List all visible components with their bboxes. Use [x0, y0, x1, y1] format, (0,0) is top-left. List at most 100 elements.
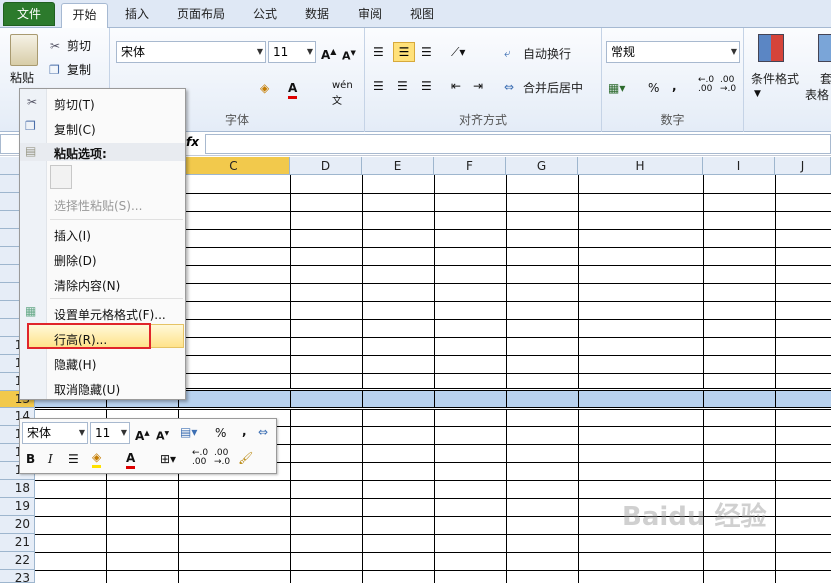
border-icon[interactable]: ⊞▾ [160, 451, 176, 467]
menu-item-delete[interactable]: 删除(D) [54, 252, 97, 269]
font-name-value: 宋体 [121, 45, 146, 59]
align-center-icon[interactable]: ☰ [397, 78, 408, 94]
cell-style-icon[interactable]: ▤▾ [180, 424, 197, 440]
col-header-c[interactable]: C [178, 157, 290, 175]
menu-item-cut[interactable]: 剪切(T) [54, 96, 95, 113]
row-header[interactable]: 18 [0, 480, 35, 498]
format-as-table-icon[interactable] [818, 34, 831, 62]
tab-home[interactable]: 开始 [61, 3, 108, 28]
mini-percent-button[interactable]: % [215, 425, 226, 441]
font-name-select[interactable]: 宋体 ▼ [116, 41, 266, 63]
mini-comma-button[interactable]: , [242, 423, 247, 439]
menu-item-paste-special[interactable]: 选择性粘贴(S)... [54, 197, 142, 214]
copy-icon: ❐ [25, 119, 36, 133]
paste-option-icon[interactable] [50, 165, 72, 189]
paste-label[interactable]: 粘贴 [10, 70, 34, 86]
comma-button[interactable]: , [672, 78, 677, 94]
grow-font-icon[interactable]: A▲ [135, 425, 150, 444]
tab-review[interactable]: 审阅 [349, 3, 391, 28]
shrink-font-icon[interactable]: A▼ [342, 45, 356, 65]
tab-insert[interactable]: 插入 [114, 3, 160, 28]
merge-center-button[interactable]: 合并后居中 [523, 79, 583, 96]
row-header[interactable]: 22 [0, 552, 35, 570]
font-color-icon[interactable]: A [288, 80, 298, 99]
font-color-icon[interactable]: A [126, 450, 136, 469]
bold-icon[interactable]: B [26, 451, 35, 467]
col-header-e[interactable]: E [362, 157, 434, 175]
menu-item-unhide[interactable]: 取消隐藏(U) [54, 381, 120, 398]
grow-font-icon[interactable]: A▲ [321, 44, 336, 63]
increase-indent-icon[interactable]: ⇥ [473, 78, 483, 94]
copy-button[interactable]: 复制 [67, 62, 91, 78]
align-left-icon[interactable]: ☰ [373, 78, 384, 94]
format-table-label-1[interactable]: 套 [820, 70, 831, 87]
col-header-h[interactable]: H [578, 157, 703, 175]
font-size-select[interactable]: 11 ▼ [268, 41, 316, 63]
wrap-text-button[interactable]: 自动换行 [523, 45, 571, 62]
decrease-decimal-icon[interactable]: .00 →.0 [720, 76, 736, 94]
col-header-i[interactable]: I [703, 157, 775, 175]
tab-file[interactable]: 文件 [3, 2, 55, 26]
align-right-icon[interactable]: ☰ [421, 78, 432, 94]
row-header[interactable]: 19 [0, 498, 35, 516]
fill-color-icon[interactable]: ◈ [92, 449, 102, 468]
tab-page-layout[interactable]: 页面布局 [166, 3, 236, 28]
align-bottom-icon[interactable]: ☰ [421, 44, 432, 60]
menu-item-copy[interactable]: 复制(C) [54, 121, 96, 138]
col-header-f[interactable]: F [434, 157, 506, 175]
format-painter-icon[interactable]: 🖌 [238, 450, 253, 466]
alignment-group-label: 对齐方式 [458, 113, 507, 127]
gridline [35, 480, 831, 481]
center-align-icon[interactable]: ☰ [68, 451, 79, 467]
col-header-g[interactable]: G [506, 157, 578, 175]
tab-view[interactable]: 视图 [401, 3, 443, 28]
align-middle-icon[interactable]: ☰ [393, 42, 415, 62]
mini-size-select[interactable]: 11 ▼ [90, 422, 130, 444]
percent-button[interactable]: % [648, 80, 659, 96]
format-table-label-2[interactable]: 表格 [805, 86, 829, 103]
col-header-d[interactable]: D [290, 157, 362, 175]
currency-icon[interactable]: ▦▾ [608, 80, 625, 96]
tab-data[interactable]: 数据 [296, 3, 338, 28]
cut-button[interactable]: 剪切 [67, 38, 91, 54]
conditional-format-button[interactable]: 条件格式 [751, 70, 799, 87]
menu-item-format-cells[interactable]: 设置单元格格式(F)... [54, 306, 166, 323]
italic-icon[interactable]: I [48, 451, 53, 467]
increase-decimal-icon[interactable]: ←.0.00 [192, 449, 208, 467]
menu-item-insert[interactable]: 插入(I) [54, 227, 91, 244]
formula-input[interactable] [205, 134, 831, 154]
menu-item-hide[interactable]: 隐藏(H) [54, 356, 96, 373]
decrease-indent-icon[interactable]: ⇤ [451, 78, 461, 94]
decrease-decimal-icon[interactable]: .00 →.0 [214, 449, 230, 467]
col-header-j[interactable]: J [775, 157, 831, 175]
gridline [290, 175, 291, 583]
number-format-select[interactable]: 常规 ▼ [606, 41, 740, 63]
shrink-font-icon[interactable]: A▼ [156, 426, 169, 445]
paste-icon: ▤ [25, 144, 37, 158]
number-group: 常规 ▼ ▦▾ % , ←.0.00 .00 →.0 数字 [602, 28, 744, 132]
chevron-down-icon: ▼ [730, 47, 737, 56]
gridline [506, 175, 507, 583]
row-header[interactable]: 23 [0, 570, 35, 585]
fill-color-icon[interactable]: ◈ [260, 80, 269, 96]
menu-item-clear[interactable]: 清除内容(N) [54, 277, 120, 294]
gridline [35, 552, 831, 553]
row-header[interactable]: 21 [0, 534, 35, 552]
chevron-down-icon: ▼ [306, 47, 313, 56]
align-top-icon[interactable]: ☰ [373, 44, 384, 60]
conditional-format-icon[interactable] [758, 34, 784, 62]
mini-font-select[interactable]: 宋体 ▼ [22, 422, 88, 444]
increase-decimal-icon[interactable]: ←.0.00 [698, 76, 714, 94]
phonetic-icon[interactable]: wén 文 [332, 78, 353, 110]
gridline [35, 570, 831, 571]
chevron-down-icon: ▼ [754, 89, 761, 99]
insert-function-icon[interactable]: fx [186, 135, 199, 149]
gridline [578, 175, 579, 583]
number-format-value: 常规 [611, 45, 636, 59]
merge-icon[interactable]: ⇔ [258, 424, 268, 440]
row-header[interactable]: 20 [0, 516, 35, 534]
orientation-icon[interactable]: ⟋▾ [451, 44, 465, 60]
paste-icon[interactable] [10, 34, 38, 66]
gridline [35, 534, 831, 535]
tab-formulas[interactable]: 公式 [244, 3, 286, 28]
